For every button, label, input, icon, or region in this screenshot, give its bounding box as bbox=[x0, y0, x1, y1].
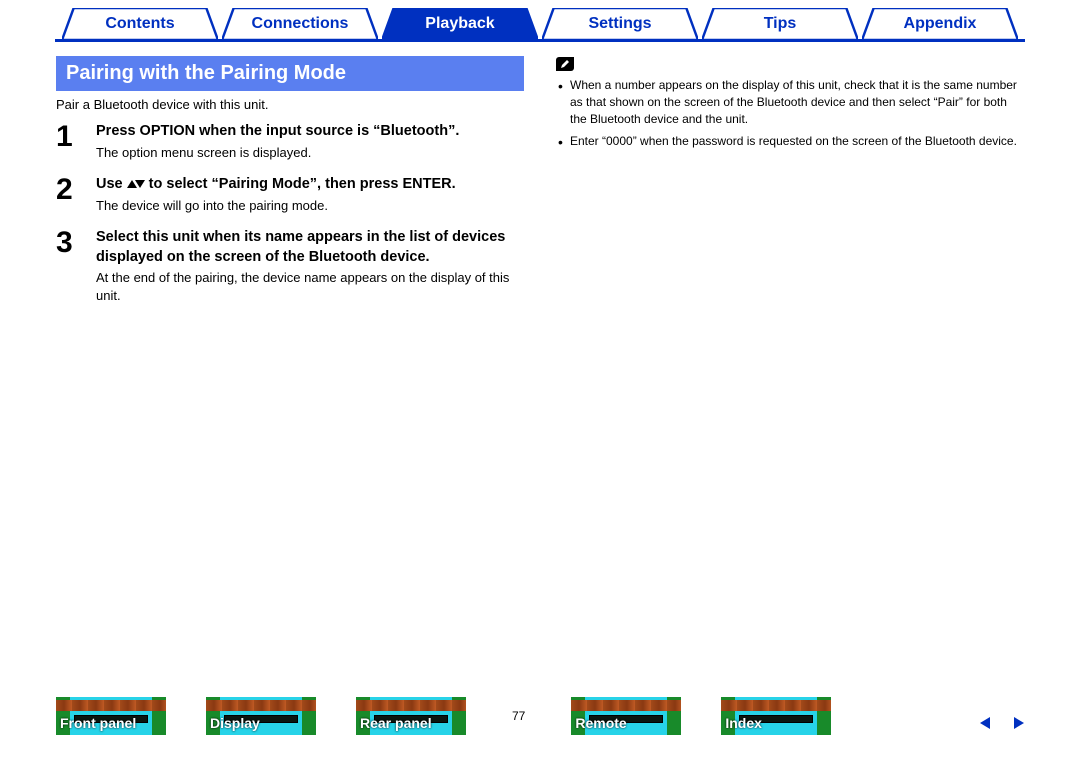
step-title: Press OPTION when the input source is “B… bbox=[96, 122, 524, 142]
bottom-label: Index bbox=[725, 715, 762, 731]
bottom-item-index[interactable]: Index bbox=[721, 697, 831, 735]
step-body: Press OPTION when the input source is “B… bbox=[96, 122, 524, 161]
nav-rule bbox=[55, 39, 1025, 42]
tab-label: Connections bbox=[252, 15, 349, 33]
section-header: Pairing with the Pairing Mode bbox=[56, 56, 524, 91]
bottom-item-remote[interactable]: Remote bbox=[571, 697, 681, 735]
step-number: 1 bbox=[56, 122, 80, 161]
step-title-post: to select “Pairing Mode”, then press ENT… bbox=[145, 176, 456, 192]
bottom-item-display[interactable]: Display bbox=[206, 697, 316, 735]
step-desc: The option menu screen is displayed. bbox=[96, 144, 524, 162]
note-list: When a number appears on the display of … bbox=[556, 77, 1024, 150]
content: Pairing with the Pairing Mode Pair a Blu… bbox=[0, 40, 1080, 318]
prev-page-icon[interactable] bbox=[980, 717, 990, 729]
step-body: Use to select “Pairing Mode”, then press… bbox=[96, 175, 524, 214]
step-body: Select this unit when its name appears i… bbox=[96, 228, 524, 304]
intro-text: Pair a Bluetooth device with this unit. bbox=[56, 97, 524, 112]
page-number: 77 bbox=[512, 709, 525, 723]
bottom-label: Remote bbox=[575, 715, 626, 731]
step-number: 2 bbox=[56, 175, 80, 214]
step-title: Use to select “Pairing Mode”, then press… bbox=[96, 175, 524, 195]
step-desc: The device will go into the pairing mode… bbox=[96, 197, 524, 215]
step-number: 3 bbox=[56, 228, 80, 304]
bottom-nav: Front panel Display Rear panel 77 Remote… bbox=[0, 697, 1080, 735]
right-column: When a number appears on the display of … bbox=[556, 56, 1024, 318]
bottom-label: Display bbox=[210, 715, 260, 731]
tab-label: Contents bbox=[105, 15, 174, 33]
step-2: 2 Use to select “Pairing Mode”, then pre… bbox=[56, 175, 524, 214]
bottom-item-front-panel[interactable]: Front panel bbox=[56, 697, 166, 735]
step-desc: At the end of the pairing, the device na… bbox=[96, 269, 524, 304]
steps-list: 1 Press OPTION when the input source is … bbox=[56, 122, 524, 304]
next-page-icon[interactable] bbox=[1014, 717, 1024, 729]
bottom-item-rear-panel[interactable]: Rear panel bbox=[356, 697, 466, 735]
bottom-label: Front panel bbox=[60, 715, 136, 731]
top-nav: Contents Connections Playback Settings T… bbox=[0, 0, 1080, 40]
tab-label: Appendix bbox=[904, 15, 977, 33]
tab-label: Tips bbox=[764, 15, 797, 33]
step-title-pre: Use bbox=[96, 176, 127, 192]
page-arrows bbox=[980, 717, 1024, 729]
note-item: Enter “0000” when the password is reques… bbox=[570, 133, 1024, 150]
tab-tips[interactable]: Tips bbox=[702, 8, 858, 40]
triangle-down-icon bbox=[135, 180, 145, 188]
tab-settings[interactable]: Settings bbox=[542, 8, 698, 40]
tab-playback[interactable]: Playback bbox=[382, 8, 538, 40]
step-title: Select this unit when its name appears i… bbox=[96, 228, 524, 267]
step-3: 3 Select this unit when its name appears… bbox=[56, 228, 524, 304]
tab-appendix[interactable]: Appendix bbox=[862, 8, 1018, 40]
pencil-icon bbox=[556, 57, 574, 71]
bottom-label: Rear panel bbox=[360, 715, 432, 731]
tab-connections[interactable]: Connections bbox=[222, 8, 378, 40]
tab-label: Playback bbox=[425, 15, 494, 33]
tab-contents[interactable]: Contents bbox=[62, 8, 218, 40]
tab-label: Settings bbox=[588, 15, 651, 33]
step-1: 1 Press OPTION when the input source is … bbox=[56, 122, 524, 161]
note-item: When a number appears on the display of … bbox=[570, 77, 1024, 127]
left-column: Pairing with the Pairing Mode Pair a Blu… bbox=[56, 56, 524, 318]
